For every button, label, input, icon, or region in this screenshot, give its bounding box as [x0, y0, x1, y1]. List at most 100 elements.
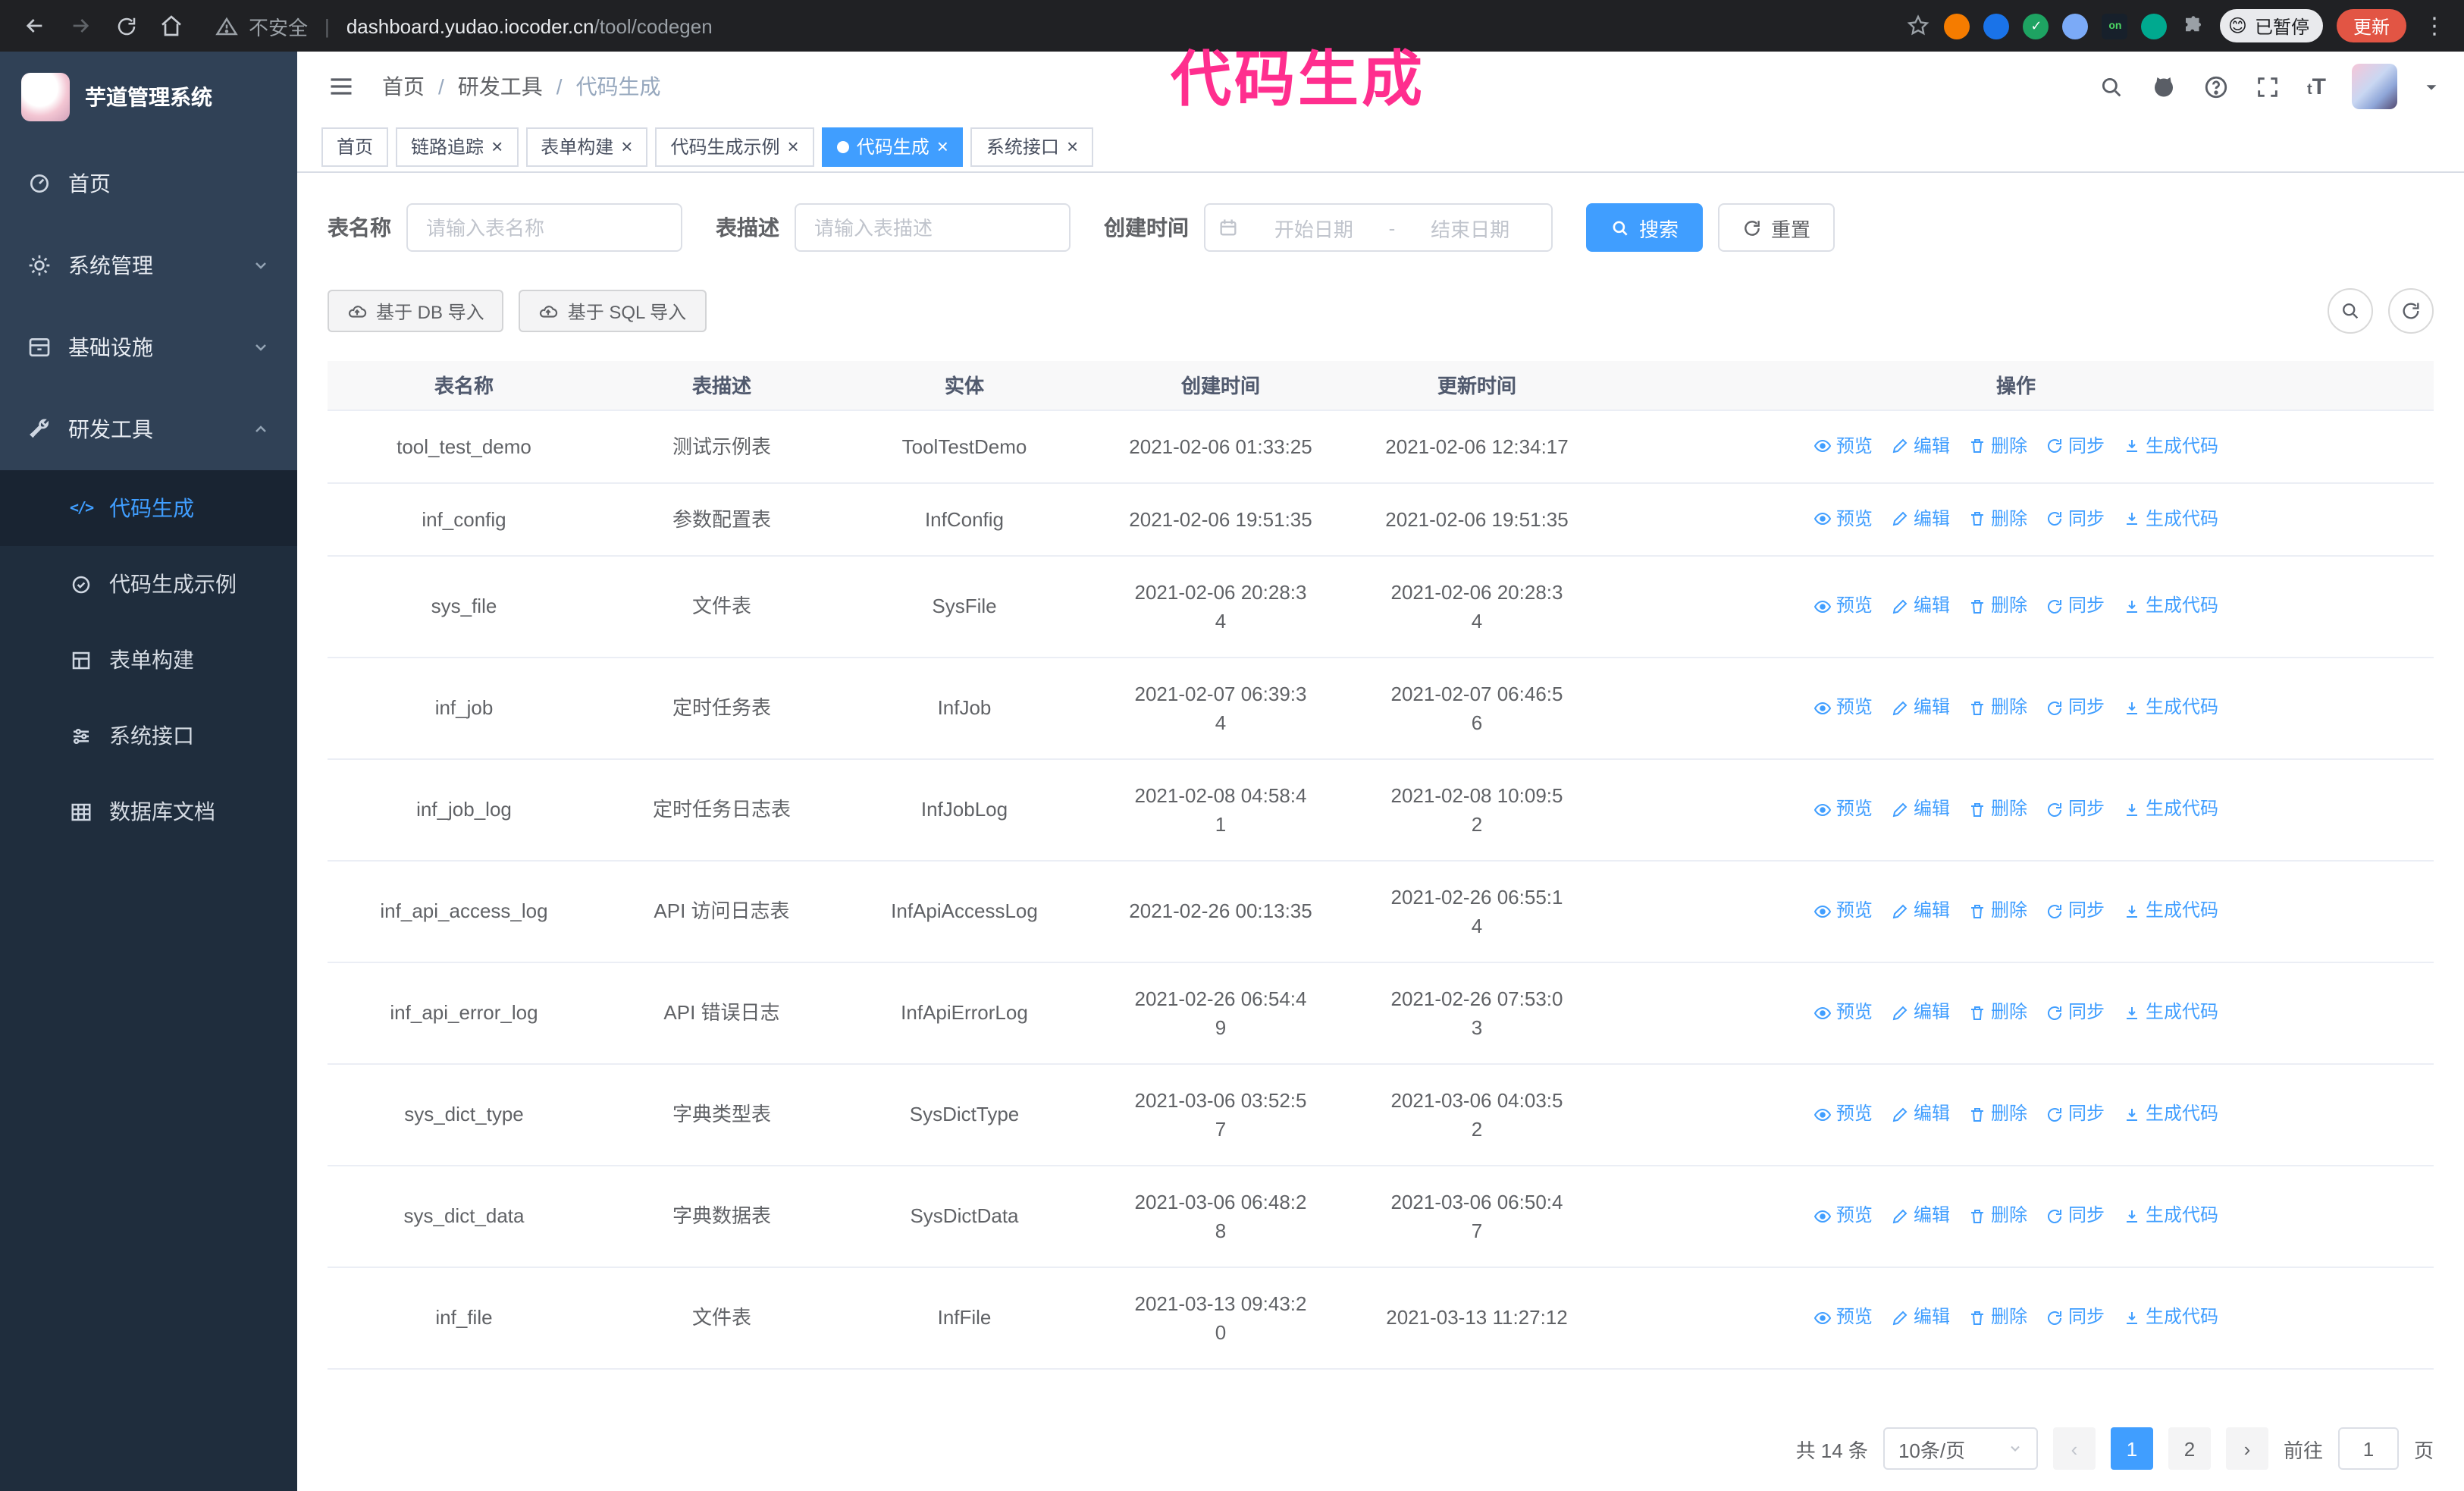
edit-link[interactable]: 编辑 — [1891, 432, 1950, 460]
breadcrumb-devtools[interactable]: 研发工具 — [458, 71, 543, 102]
extension-check-icon[interactable]: ✓ — [2023, 13, 2049, 39]
bookmark-star-icon[interactable] — [1907, 14, 1931, 38]
sync-link[interactable]: 同步 — [2045, 432, 2105, 460]
extension-lion-icon[interactable] — [1944, 13, 1970, 39]
font-size-icon[interactable]: tT — [2307, 74, 2326, 99]
app-logo-row[interactable]: 芋道管理系统 — [0, 52, 297, 143]
sidebar-item-system-api[interactable]: 系统接口 — [0, 698, 297, 774]
page-size-select[interactable]: 10条/页 — [1882, 1427, 2038, 1470]
sync-link[interactable]: 同步 — [2045, 795, 2105, 824]
edit-link[interactable]: 编辑 — [1891, 504, 1950, 533]
tab-form-builder[interactable]: 表单构建 × — [525, 127, 648, 166]
preview-link[interactable]: 预览 — [1814, 795, 1873, 824]
page-button-1[interactable]: 1 — [2110, 1427, 2153, 1470]
close-icon[interactable]: × — [937, 137, 948, 156]
sidebar-item-infra[interactable]: 基础设施 — [0, 306, 297, 388]
preview-link[interactable]: 预览 — [1814, 896, 1873, 925]
generate-code-link[interactable]: 生成代码 — [2123, 592, 2218, 620]
table-desc-input[interactable] — [795, 203, 1071, 252]
search-button[interactable]: 搜索 — [1586, 203, 1704, 252]
preview-link[interactable]: 预览 — [1814, 504, 1873, 533]
edit-link[interactable]: 编辑 — [1891, 693, 1950, 722]
preview-link[interactable]: 预览 — [1814, 592, 1873, 620]
extension-leaf-icon[interactable] — [2141, 13, 2168, 39]
close-icon[interactable]: × — [788, 137, 799, 156]
sync-link[interactable]: 同步 — [2045, 1100, 2105, 1128]
prev-page-button[interactable]: ‹ — [2052, 1427, 2096, 1470]
delete-link[interactable]: 删除 — [1968, 592, 2027, 620]
date-start-placeholder[interactable]: 开始日期 — [1245, 213, 1383, 242]
extensions-puzzle-icon[interactable] — [2181, 13, 2207, 39]
edit-link[interactable]: 编辑 — [1891, 592, 1950, 620]
edit-link[interactable]: 编辑 — [1891, 1303, 1950, 1332]
preview-link[interactable]: 预览 — [1814, 432, 1873, 460]
sidebar-item-db-docs[interactable]: 数据库文档 — [0, 774, 297, 849]
import-db-button[interactable]: 基于 DB 导入 — [328, 290, 504, 332]
close-icon[interactable]: × — [1067, 137, 1078, 156]
delete-link[interactable]: 删除 — [1968, 896, 2027, 925]
help-icon[interactable] — [2204, 74, 2230, 99]
sidebar-item-devtools[interactable]: 研发工具 — [0, 388, 297, 470]
import-sql-button[interactable]: 基于 SQL 导入 — [519, 290, 707, 332]
browser-profile-chip[interactable]: 😊 已暂停 — [2220, 9, 2323, 42]
delete-link[interactable]: 删除 — [1968, 693, 2027, 722]
extension-people-icon[interactable] — [2062, 13, 2089, 39]
delete-link[interactable]: 删除 — [1968, 795, 2027, 824]
sidebar-item-codegen-example[interactable]: 代码生成示例 — [0, 546, 297, 622]
delete-link[interactable]: 删除 — [1968, 998, 2027, 1027]
delete-link[interactable]: 删除 — [1968, 432, 2027, 460]
github-icon[interactable] — [2151, 73, 2178, 100]
generate-code-link[interactable]: 生成代码 — [2123, 693, 2218, 722]
generate-code-link[interactable]: 生成代码 — [2123, 1303, 2218, 1332]
address-bar[interactable]: 不安全 | dashboard.yudao.iocoder.cn/tool/co… — [215, 11, 1901, 40]
sidebar-item-form-builder[interactable]: 表单构建 — [0, 622, 297, 698]
edit-link[interactable]: 编辑 — [1891, 1201, 1950, 1230]
delete-link[interactable]: 删除 — [1968, 1303, 2027, 1332]
preview-link[interactable]: 预览 — [1814, 1100, 1873, 1128]
sync-link[interactable]: 同步 — [2045, 504, 2105, 533]
goto-page-input[interactable] — [2337, 1427, 2399, 1470]
refresh-table-button[interactable] — [2388, 288, 2434, 334]
preview-link[interactable]: 预览 — [1814, 1303, 1873, 1332]
sidebar-toggle-icon[interactable] — [321, 67, 361, 106]
preview-link[interactable]: 预览 — [1814, 693, 1873, 722]
reset-button[interactable]: 重置 — [1718, 203, 1835, 252]
tab-codegen[interactable]: 代码生成 × — [821, 127, 964, 166]
tab-tracing[interactable]: 链路追踪 × — [396, 127, 519, 166]
generate-code-link[interactable]: 生成代码 — [2123, 795, 2218, 824]
edit-link[interactable]: 编辑 — [1891, 1100, 1950, 1128]
browser-back-icon[interactable] — [15, 6, 55, 46]
browser-update-button[interactable]: 更新 — [2336, 9, 2406, 42]
tab-codegen-example[interactable]: 代码生成示例 × — [655, 127, 814, 166]
sync-link[interactable]: 同步 — [2045, 896, 2105, 925]
toggle-search-button[interactable] — [2328, 288, 2373, 334]
sidebar-item-home[interactable]: 首页 — [0, 143, 297, 224]
generate-code-link[interactable]: 生成代码 — [2123, 1201, 2218, 1230]
generate-code-link[interactable]: 生成代码 — [2123, 504, 2218, 533]
tab-system-api[interactable]: 系统接口 × — [970, 127, 1094, 166]
next-page-button[interactable]: › — [2225, 1427, 2268, 1470]
sync-link[interactable]: 同步 — [2045, 998, 2105, 1027]
user-avatar[interactable] — [2352, 64, 2397, 109]
close-icon[interactable]: × — [621, 137, 632, 156]
table-name-input[interactable] — [406, 203, 682, 252]
page-button-2[interactable]: 2 — [2168, 1427, 2211, 1470]
generate-code-link[interactable]: 生成代码 — [2123, 896, 2218, 925]
breadcrumb-home[interactable]: 首页 — [382, 71, 425, 102]
sidebar-item-codegen[interactable]: </> 代码生成 — [0, 470, 297, 546]
generate-code-link[interactable]: 生成代码 — [2123, 998, 2218, 1027]
sync-link[interactable]: 同步 — [2045, 1303, 2105, 1332]
sync-link[interactable]: 同步 — [2045, 592, 2105, 620]
date-range-picker[interactable]: 开始日期 - 结束日期 — [1204, 203, 1553, 252]
edit-link[interactable]: 编辑 — [1891, 795, 1950, 824]
sync-link[interactable]: 同步 — [2045, 1201, 2105, 1230]
delete-link[interactable]: 删除 — [1968, 504, 2027, 533]
generate-code-link[interactable]: 生成代码 — [2123, 432, 2218, 460]
date-end-placeholder[interactable]: 结束日期 — [1401, 213, 1539, 242]
extension-on-badge-icon[interactable]: on — [2102, 13, 2128, 39]
extension-drop-icon[interactable] — [1983, 13, 2010, 39]
browser-menu-icon[interactable]: ⋮ — [2420, 12, 2449, 39]
edit-link[interactable]: 编辑 — [1891, 998, 1950, 1027]
close-icon[interactable]: × — [491, 137, 503, 156]
edit-link[interactable]: 编辑 — [1891, 896, 1950, 925]
